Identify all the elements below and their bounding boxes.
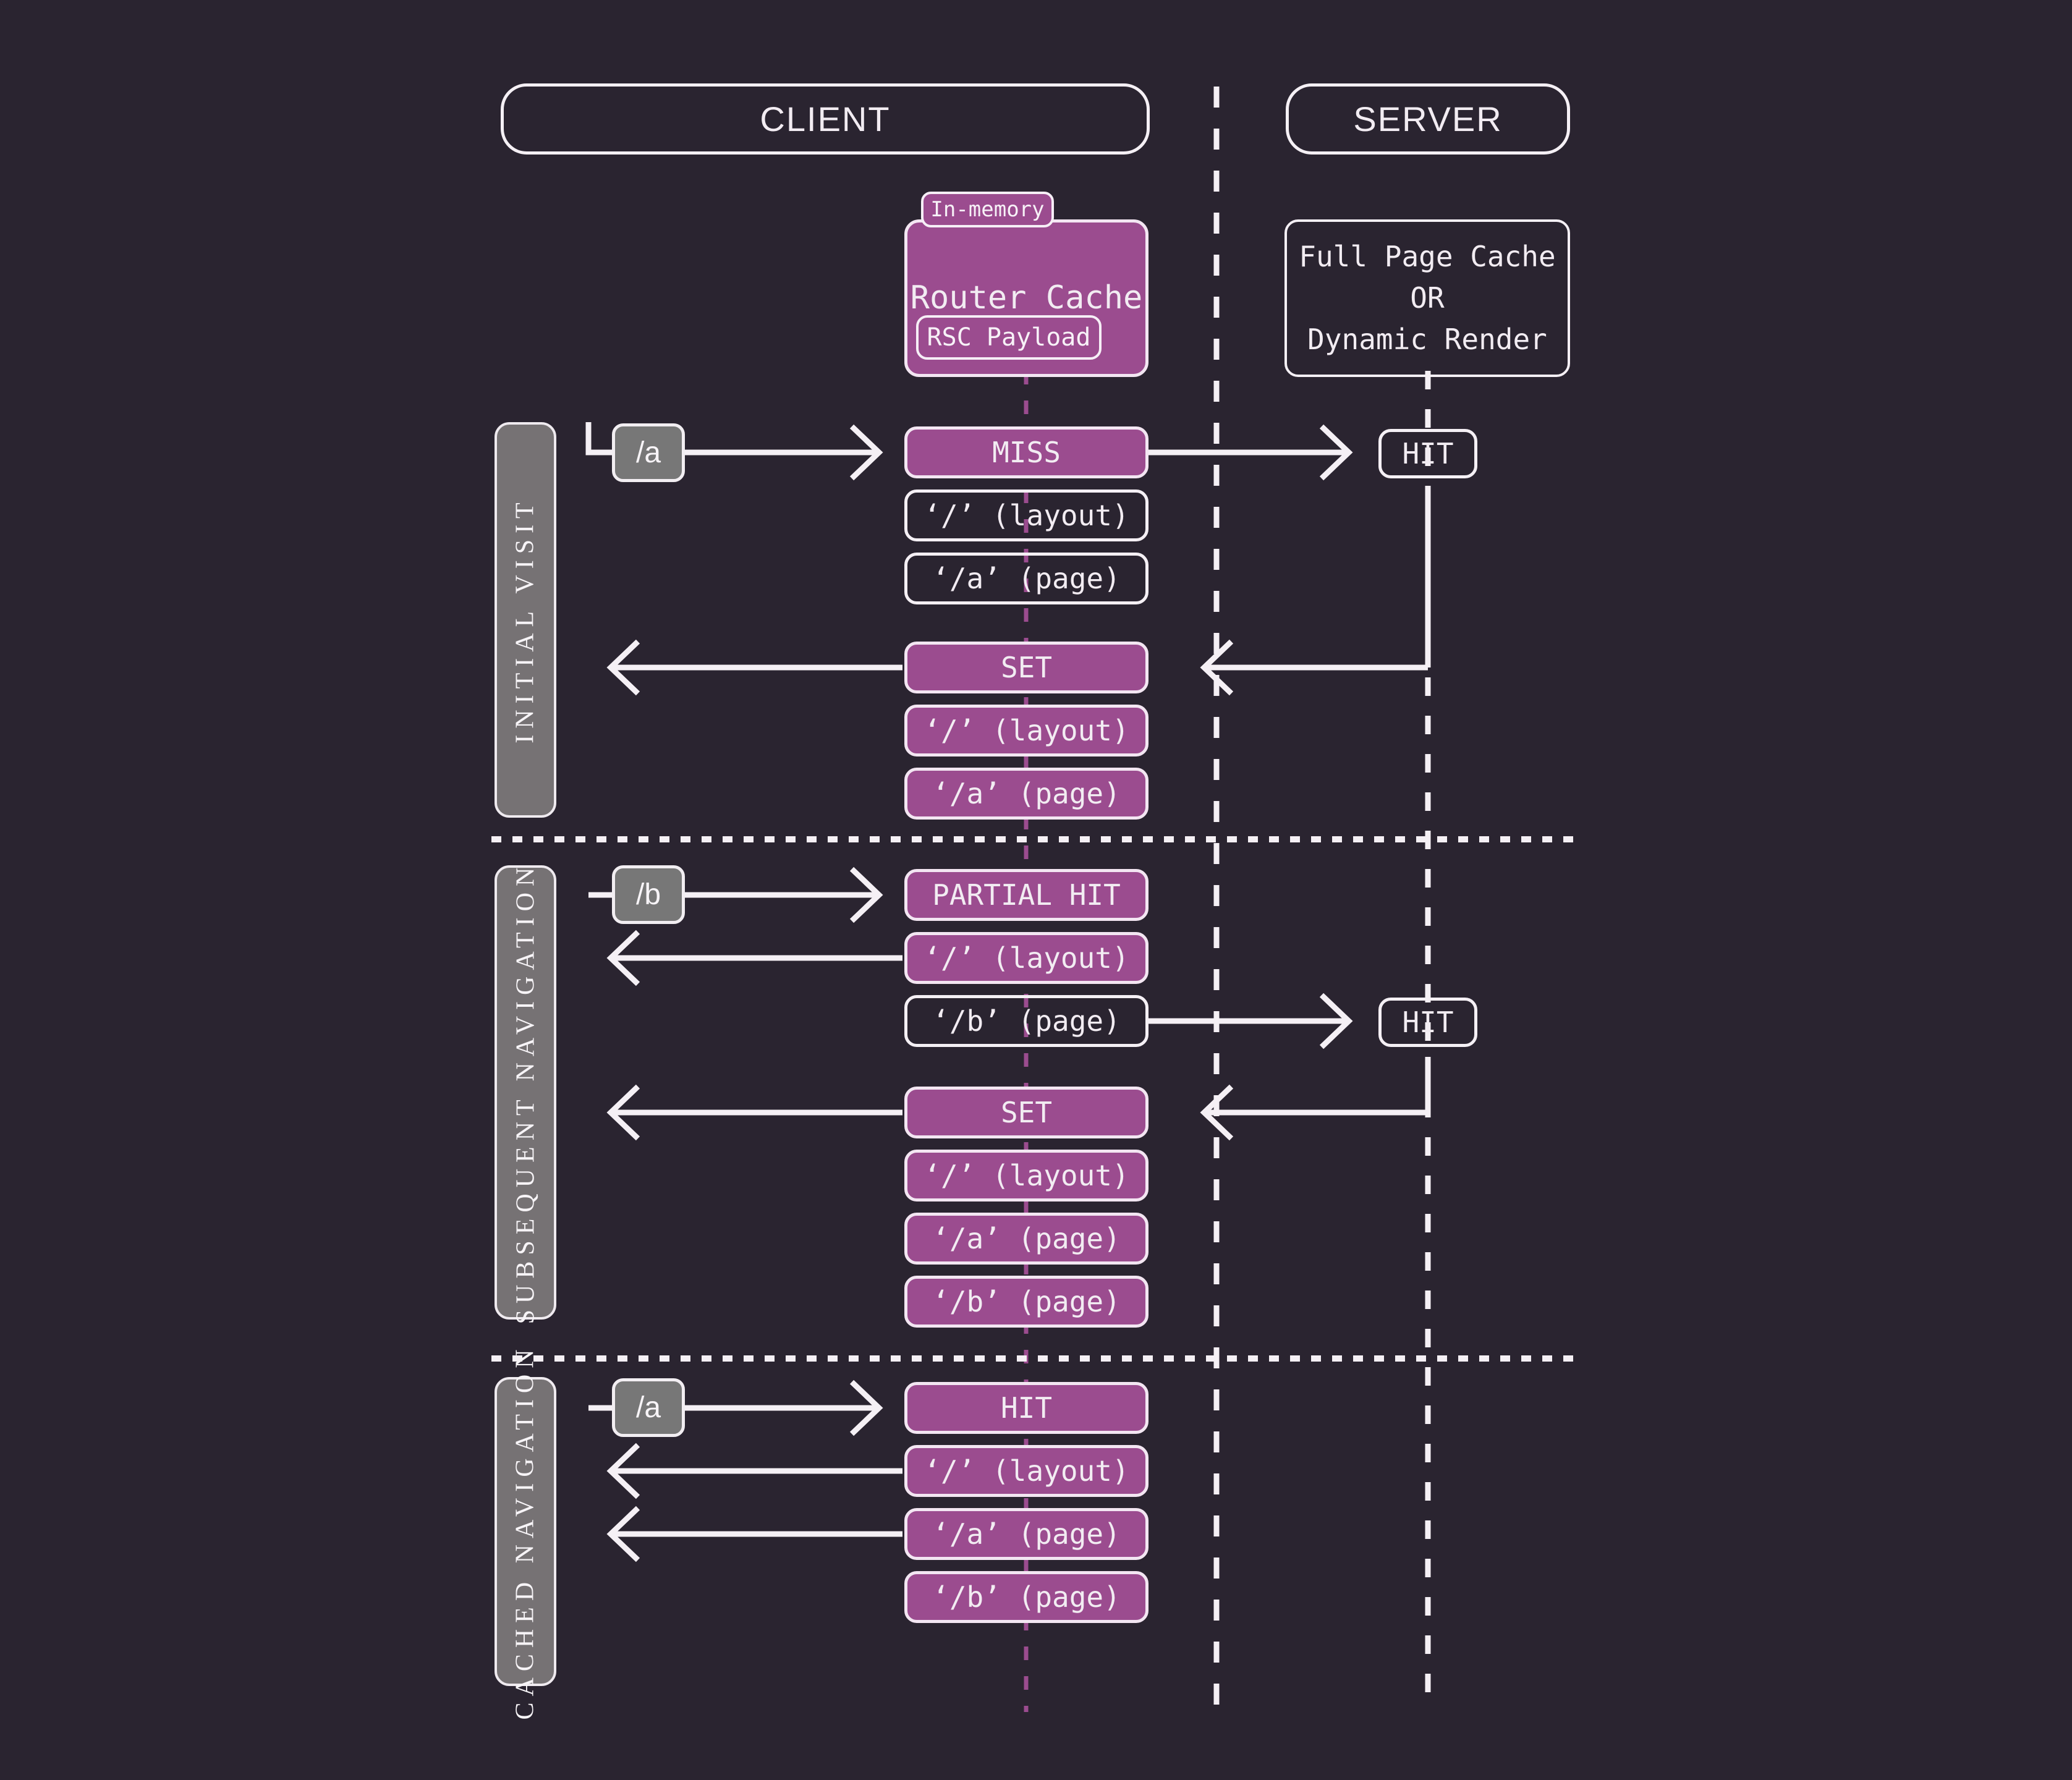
router-cache-inmemory-label: In-memory: [930, 197, 1045, 222]
request-chip-cached-navigation: /a: [612, 1378, 685, 1437]
client-box-3-1: ‘/’ (layout): [904, 1445, 1149, 1497]
client-box-label-1-2: ‘/a’ (page): [932, 561, 1121, 595]
server-note-line-1: Full Page Cache: [1299, 240, 1556, 274]
server-note-line-2: OR: [1410, 281, 1445, 315]
client-box-2-0: PARTIAL HIT: [904, 869, 1149, 921]
router-cache-rsc-payload-chip: RSC Payload: [916, 315, 1102, 360]
client-box-label-3-0: HIT: [1000, 1391, 1053, 1425]
server-box-label-1: HIT: [1402, 436, 1454, 470]
client-box-2-3: SET: [904, 1087, 1149, 1138]
client-box-3-2: ‘/a’ (page): [904, 1508, 1149, 1560]
client-box-2-4: ‘/’ (layout): [904, 1150, 1149, 1202]
server-box-label-2: HIT: [1402, 1005, 1454, 1039]
phase-label-subsequent-navigation: SUBSEQUENT NAVIGATION: [511, 861, 540, 1324]
client-box-2-6: ‘/b’ (page): [904, 1276, 1149, 1328]
phase-label-initial-visit: INITIAL VISIT: [511, 496, 540, 744]
request-chip-initial-visit: /a: [612, 423, 685, 482]
router-cache-inmemory-tag: In-memory: [921, 192, 1054, 227]
client-box-label-1-0: MISS: [992, 435, 1061, 469]
phase-rail-cached-navigation: CACHED NAVIGATION: [495, 1343, 556, 1720]
client-box-label-2-0: PARTIAL HIT: [932, 878, 1121, 912]
actor-client: CLIENT: [501, 83, 1150, 155]
router-cache-rsc-payload-label: RSC Payload: [927, 323, 1091, 352]
request-chip-label-3: /a: [635, 1391, 661, 1424]
client-box-label-2-5: ‘/a’ (page): [932, 1221, 1121, 1255]
client-box-label-2-2: ‘/b’ (page): [932, 1004, 1121, 1038]
client-box-label-2-6: ‘/b’ (page): [932, 1284, 1121, 1318]
router-cache-title: Router Cache: [910, 279, 1143, 317]
server-box-1: HIT: [1378, 429, 1477, 478]
client-box-label-2-4: ‘/’ (layout): [923, 1158, 1129, 1192]
client-box-label-2-3: SET: [1000, 1095, 1053, 1129]
client-box-label-1-5: ‘/a’ (page): [932, 776, 1121, 810]
phase-label-cached-navigation: CACHED NAVIGATION: [511, 1343, 540, 1720]
client-box-label-2-1: ‘/’ (layout): [923, 941, 1129, 975]
server-box-2: HIT: [1378, 998, 1477, 1047]
request-chip-label-1: /a: [635, 436, 661, 469]
client-box-3-0: HIT: [904, 1382, 1149, 1434]
client-box-label-3-1: ‘/’ (layout): [923, 1454, 1129, 1488]
client-box-label-3-3: ‘/b’ (page): [932, 1580, 1121, 1614]
client-box-1-4: ‘/’ (layout): [904, 705, 1149, 756]
request-chip-label-2: /b: [635, 878, 661, 911]
actor-server-label: SERVER: [1353, 99, 1503, 138]
client-box-label-1-4: ‘/’ (layout): [923, 713, 1129, 747]
client-box-1-5: ‘/a’ (page): [904, 768, 1149, 820]
client-box-label-3-2: ‘/a’ (page): [932, 1517, 1121, 1551]
client-box-label-1-3: SET: [1000, 650, 1053, 684]
client-box-label-1-1: ‘/’ (layout): [923, 498, 1129, 532]
client-box-2-1: ‘/’ (layout): [904, 932, 1149, 984]
client-box-1-2: ‘/a’ (page): [904, 553, 1149, 604]
phase-rail-subsequent-navigation: SUBSEQUENT NAVIGATION: [495, 861, 556, 1324]
client-box-2-2: ‘/b’ (page): [904, 995, 1149, 1047]
client-box-1-1: ‘/’ (layout): [904, 490, 1149, 541]
caching-sequence-diagram: CLIENT SERVER Router Cache In-memory RSC…: [0, 0, 2072, 1780]
client-box-3-3: ‘/b’ (page): [904, 1571, 1149, 1623]
server-note-line-3: Dynamic Render: [1307, 322, 1547, 356]
client-box-1-0: MISS: [904, 426, 1149, 478]
client-box-1-3: SET: [904, 642, 1149, 693]
request-chip-subsequent-navigation: /b: [612, 865, 685, 924]
request-connector-1: [585, 422, 612, 456]
actor-server: SERVER: [1286, 83, 1570, 155]
phase-rail-initial-visit: INITIAL VISIT: [495, 422, 556, 818]
server-cache-note: Full Page Cache OR Dynamic Render: [1284, 219, 1570, 377]
actor-client-label: CLIENT: [760, 99, 891, 138]
client-box-2-5: ‘/a’ (page): [904, 1213, 1149, 1265]
